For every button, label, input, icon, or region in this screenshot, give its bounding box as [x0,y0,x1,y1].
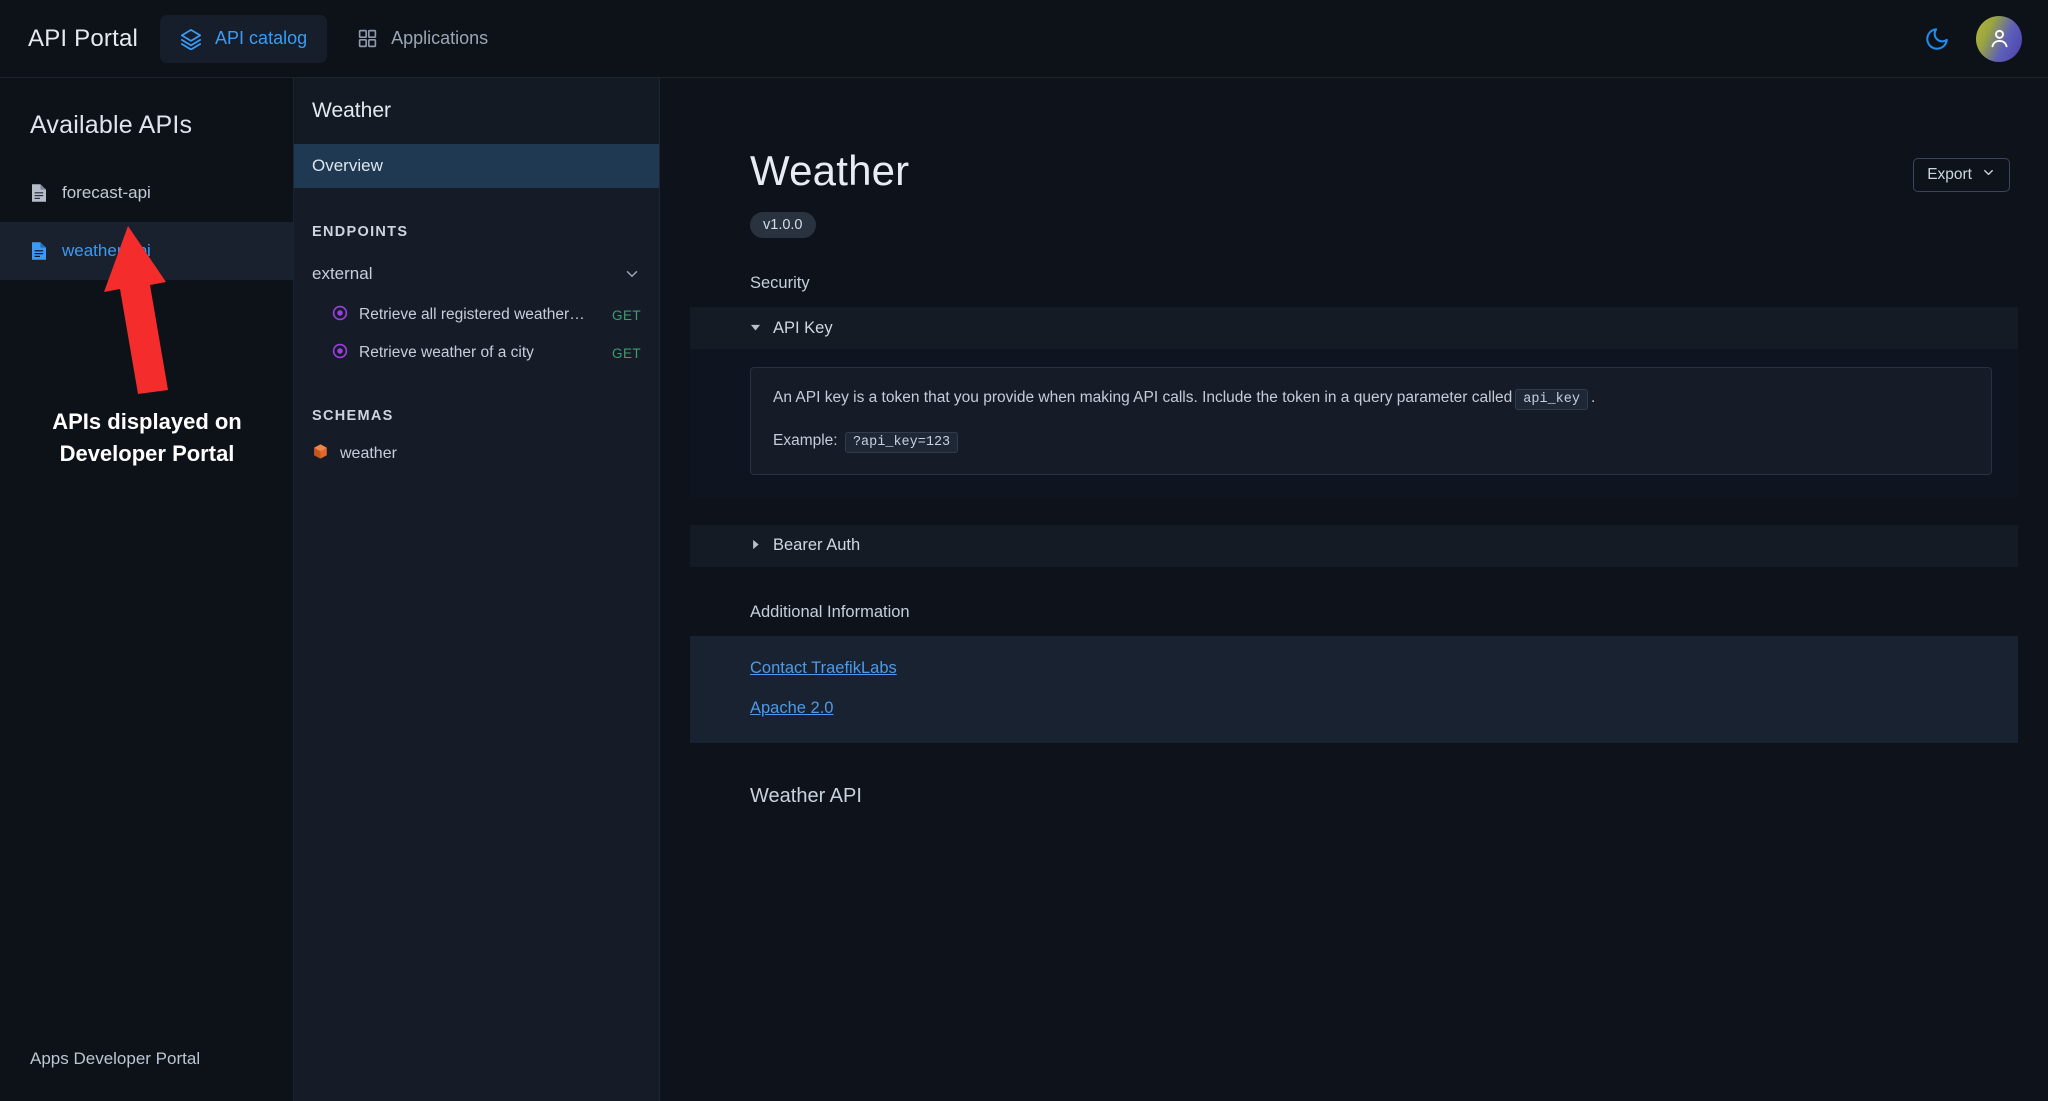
endpoints-section-title: ENDPOINTS [294,188,659,240]
schema-item-weather-label: weather [340,445,397,463]
layers-icon [180,28,202,50]
api-key-example-code: ?api_key=123 [845,432,958,453]
contact-traefiklabs-link[interactable]: Contact TraefikLabs [690,660,2018,677]
sidebar-heading: Available APIs [0,78,293,140]
triangle-right-icon [750,536,761,555]
api-nav-panel: Weather Overview ENDPOINTS external [294,78,660,1101]
endpoint-item-method: GET [612,308,641,323]
tab-applications-label: Applications [391,28,488,49]
apache-license-link[interactable]: Apache 2.0 [690,700,2018,717]
endpoint-group-external-label: external [312,264,372,284]
endpoint-item-label: Retrieve all registered weather of ... [359,306,587,324]
target-icon [332,305,348,326]
sidebar-footer-label: Apps Developer Portal [0,1049,293,1101]
top-navigation-bar: API Portal API catalog [0,0,2048,78]
tab-api-catalog[interactable]: API catalog [160,15,327,63]
moon-icon[interactable] [1924,26,1950,52]
api-key-param-code: api_key [1515,389,1588,410]
tab-api-catalog-label: API catalog [215,28,307,49]
api-key-description-box: An API key is a token that you provide w… [750,367,1992,475]
export-button[interactable]: Export [1913,158,2010,192]
page-title: Weather [750,150,909,192]
sidebar-item-weather-api[interactable]: weather-api [0,222,293,280]
api-key-example-line: Example: ?api_key=123 [773,429,1969,454]
endpoint-item[interactable]: Retrieve all registered weather of ... G… [294,296,659,334]
main-nav-tabs: API catalog Applications [160,15,508,63]
avatar[interactable] [1976,16,2022,62]
top-bar-actions [1924,16,2022,62]
accordion-header-api-key-label: API Key [773,319,833,338]
api-key-description-text: An API key is a token that you provide w… [773,389,1512,406]
schema-item-weather[interactable]: weather [294,434,659,474]
api-list: forecast-api weather-api [0,164,293,280]
accordion-header-api-key[interactable]: API Key [690,307,2018,349]
tab-applications[interactable]: Applications [337,15,508,63]
available-apis-sidebar: Available APIs forecast-api [0,78,294,1101]
security-accordion-api-key: API Key An API key is a token that you p… [690,307,2018,497]
main-header-row: Weather Export [690,78,2018,192]
annotation-line-2: Developer Portal [0,438,294,470]
accordion-header-bearer-auth[interactable]: Bearer Auth [690,525,2018,567]
api-key-description: An API key is a token that you provide w… [773,386,1969,411]
annotation-caption: APIs displayed on Developer Portal [0,406,294,470]
export-button-label: Export [1927,166,1972,184]
file-icon [30,241,48,261]
additional-information-panel: Contact TraefikLabs Apache 2.0 [690,636,2018,743]
page-body: Available APIs forecast-api [0,78,2048,1101]
accordion-body-api-key: An API key is a token that you provide w… [690,349,2018,497]
api-key-description-period: . [1591,389,1595,406]
version-badge: v1.0.0 [750,212,816,238]
security-accordion-bearer-auth: Bearer Auth [690,525,2018,567]
file-icon [30,183,48,203]
annotation-line-1: APIs displayed on [0,406,294,438]
sidebar-item-forecast-api-label: forecast-api [62,183,151,203]
accordion-divider [690,497,2018,511]
nav-item-overview-label: Overview [312,156,383,176]
nav-panel-title: Weather [294,78,659,144]
api-portal-page: API Portal API catalog [0,0,2048,1101]
target-icon [332,343,348,364]
endpoint-item[interactable]: Retrieve weather of a city GET [294,334,659,372]
accordion-header-bearer-auth-label: Bearer Auth [773,536,860,555]
endpoint-item-label: Retrieve weather of a city [359,344,534,362]
sidebar-item-forecast-api[interactable]: forecast-api [0,164,293,222]
chevron-down-icon [623,265,641,283]
endpoint-group-external[interactable]: external [294,252,659,296]
chevron-down-icon [1981,165,1996,185]
grid-icon [357,28,378,49]
api-description-text: Weather API [750,785,2018,808]
additional-information-label: Additional Information [750,603,2018,622]
nav-item-overview[interactable]: Overview [294,144,659,188]
schemas-section-title: SCHEMAS [294,372,659,424]
security-section-label: Security [750,274,2018,293]
app-brand-title: API Portal [28,25,138,53]
api-key-example-label: Example: [773,432,838,449]
box-icon [312,443,329,465]
main-content: Weather Export v1.0.0 Security [660,78,2048,1101]
sidebar-item-weather-api-label: weather-api [62,241,151,261]
triangle-down-icon [750,319,761,338]
endpoint-item-method: GET [612,346,641,361]
